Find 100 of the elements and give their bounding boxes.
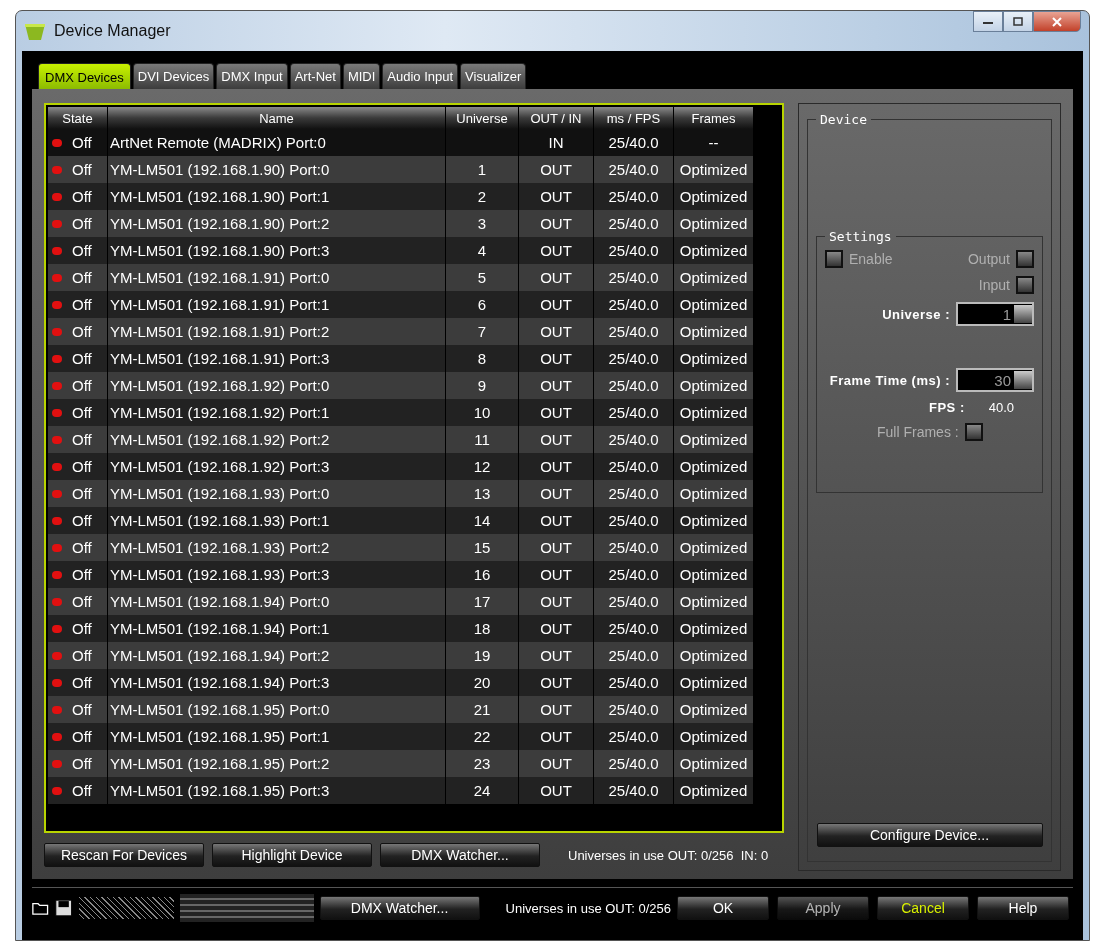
action-button[interactable]: Rescan For Devices — [44, 843, 204, 867]
table-cell: 21 — [446, 696, 519, 723]
table-cell: YM-LM501 (192.168.1.90) Port:1 — [108, 183, 446, 210]
save-icon[interactable] — [55, 898, 73, 918]
table-cell: OUT — [519, 372, 594, 399]
column-header[interactable]: Name — [108, 107, 446, 129]
table-cell: Off — [72, 728, 92, 745]
window-title: Device Manager — [54, 22, 171, 40]
table-cell: Optimized — [674, 561, 754, 588]
table-cell: 25/40.0 — [594, 588, 674, 615]
table-cell: Optimized — [674, 534, 754, 561]
table-cell: 25/40.0 — [594, 534, 674, 561]
dialog-button[interactable]: Cancel — [877, 896, 969, 920]
folder-icon[interactable] — [32, 900, 50, 916]
table-cell: YM-LM501 (192.168.1.90) Port:0 — [108, 156, 446, 183]
table-cell: 18 — [446, 615, 519, 642]
table-cell: OUT — [519, 156, 594, 183]
table-cell: 25/40.0 — [594, 642, 674, 669]
table-cell: 25/40.0 — [594, 291, 674, 318]
action-button[interactable]: DMX Watcher... — [319, 896, 480, 920]
tab[interactable]: Visualizer — [460, 63, 527, 89]
table-cell: 11 — [446, 426, 519, 453]
table-cell: OUT — [519, 399, 594, 426]
minimize-button[interactable] — [973, 11, 1003, 32]
usage-text: Universes in use OUT: 0/256 IN: 0 — [568, 847, 769, 863]
column-header[interactable]: ms / FPS — [594, 107, 674, 129]
table-cell: Optimized — [674, 156, 754, 183]
table-cell: Optimized — [674, 669, 754, 696]
table-cell: 25/40.0 — [594, 750, 674, 777]
group-title: Settings — [828, 229, 893, 244]
table-cell: Optimized — [674, 642, 754, 669]
table-cell: 1 — [446, 156, 519, 183]
table-cell: 25/40.0 — [594, 237, 674, 264]
table-cell: 4 — [446, 237, 519, 264]
configure-button[interactable]: Configure Device... — [816, 823, 1043, 847]
table-cell: OUT — [519, 318, 594, 345]
table-cell: YM-LM501 (192.168.1.95) Port:1 — [108, 723, 446, 750]
tab[interactable]: Audio Input — [382, 63, 459, 89]
close-button[interactable] — [1033, 11, 1081, 32]
table-cell: Optimized — [674, 291, 754, 318]
table-cell: Off — [72, 134, 92, 151]
tab[interactable]: Art-Net — [289, 63, 341, 89]
table-cell: Optimized — [674, 777, 754, 804]
fps-value: 40.0 — [988, 400, 1015, 415]
table-cell: Off — [72, 458, 92, 475]
table-cell: Optimized — [674, 480, 754, 507]
action-button[interactable]: Highlight Device — [212, 843, 372, 867]
column-header[interactable]: Universe — [446, 107, 519, 129]
table-cell: YM-LM501 (192.168.1.92) Port:0 — [108, 372, 446, 399]
table-cell: 25/40.0 — [594, 615, 674, 642]
table-cell: Optimized — [674, 507, 754, 534]
table-cell: 17 — [446, 588, 519, 615]
frame-time-spinner[interactable]: 30 — [956, 368, 1034, 392]
column-header[interactable]: OUT / IN — [519, 107, 594, 129]
column-header[interactable]: Frames — [674, 107, 754, 129]
table-cell: 25/40.0 — [594, 156, 674, 183]
table-cell: Off — [72, 188, 92, 205]
table-cell: YM-LM501 (192.168.1.94) Port:2 — [108, 642, 446, 669]
dialog-button[interactable]: Help — [977, 896, 1069, 920]
table-cell: Optimized — [674, 210, 754, 237]
table-cell: 16 — [446, 561, 519, 588]
table-cell: OUT — [519, 345, 594, 372]
table-cell: Optimized — [674, 426, 754, 453]
universe-spinner[interactable]: 1 — [956, 302, 1034, 326]
table-cell: 3 — [446, 210, 519, 237]
dialog-button[interactable]: OK — [677, 896, 769, 920]
maximize-button[interactable] — [1003, 11, 1033, 32]
table-cell: 25/40.0 — [594, 723, 674, 750]
table-cell: Off — [72, 215, 92, 232]
table-cell: OUT — [519, 534, 594, 561]
table-cell: 13 — [446, 480, 519, 507]
table-cell: YM-LM501 (192.168.1.90) Port:3 — [108, 237, 446, 264]
table-cell: 25/40.0 — [594, 696, 674, 723]
table-cell: Off — [72, 647, 92, 664]
table-cell: 24 — [446, 777, 519, 804]
app-logo-icon — [24, 21, 46, 41]
table-cell: 25/40.0 — [594, 318, 674, 345]
checkbox-label: Full Frames : — [877, 424, 959, 440]
table-cell: OUT — [519, 696, 594, 723]
table-cell: OUT — [519, 426, 594, 453]
tab[interactable]: DMX Input — [216, 63, 288, 89]
table-cell: 25/40.0 — [594, 264, 674, 291]
tab[interactable]: MIDI — [342, 63, 381, 89]
table-cell: 15 — [446, 534, 519, 561]
tab[interactable]: DMX Devices — [38, 63, 131, 89]
table-cell: Off — [72, 242, 92, 259]
table-cell: 25/40.0 — [594, 426, 674, 453]
table-cell: -- — [674, 129, 754, 156]
table-cell: Optimized — [674, 615, 754, 642]
action-button[interactable]: DMX Watcher... — [380, 843, 540, 867]
table-cell: OUT — [519, 480, 594, 507]
column-header[interactable]: State — [48, 107, 108, 129]
table-cell: OUT — [519, 777, 594, 804]
tab[interactable]: DVI Devices — [132, 63, 215, 89]
checkbox-label: Enable — [849, 251, 893, 267]
table-cell: YM-LM501 (192.168.1.91) Port:1 — [108, 291, 446, 318]
table-cell: 25/40.0 — [594, 183, 674, 210]
table-cell: Off — [72, 755, 92, 772]
table-cell: 14 — [446, 507, 519, 534]
table-cell: Off — [72, 485, 92, 502]
